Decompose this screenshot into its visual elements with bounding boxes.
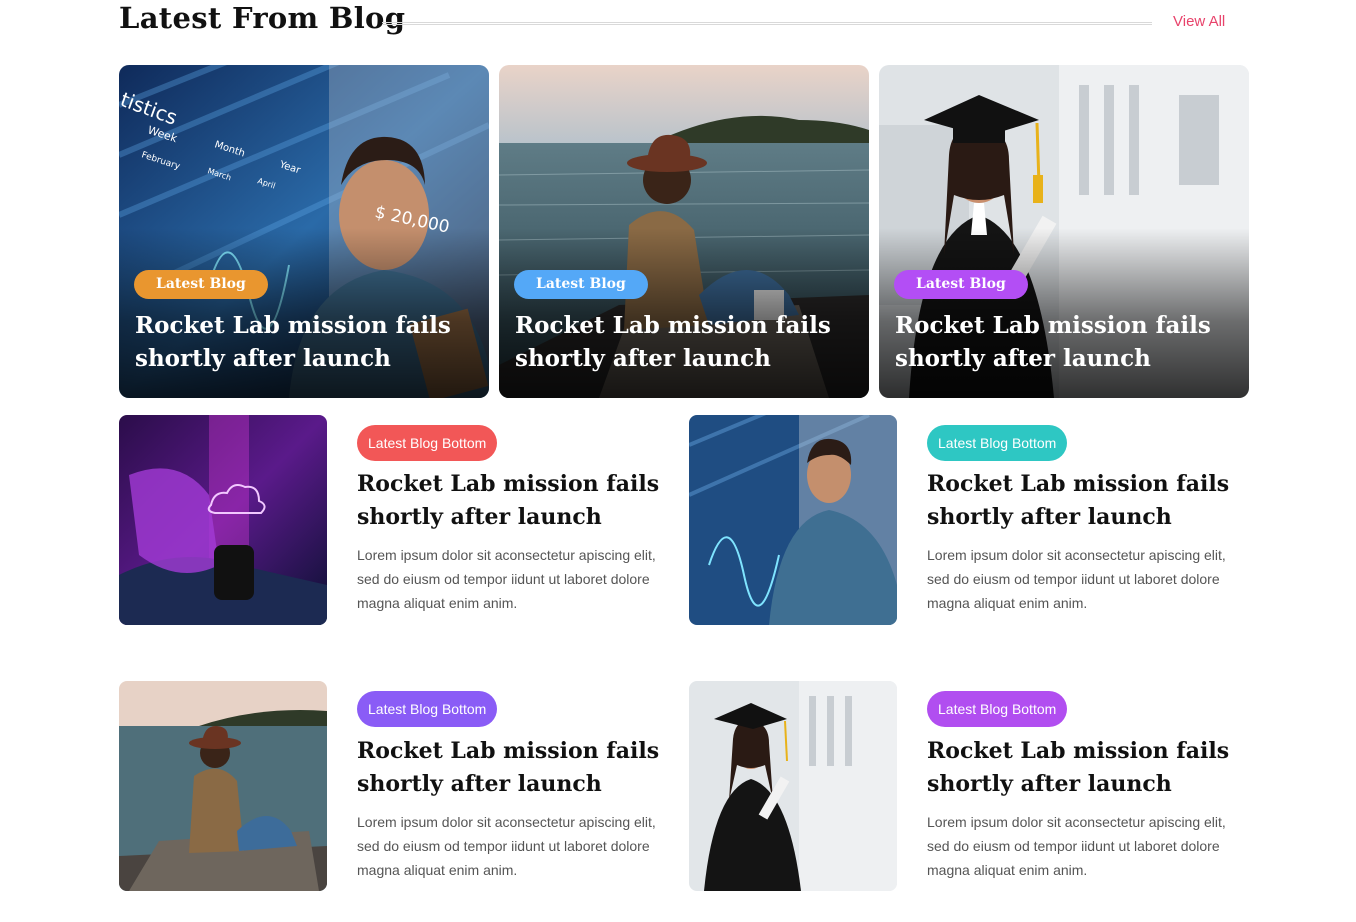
post-title[interactable]: Rocket Lab mission fails shortly after l… — [135, 309, 475, 375]
post-badge[interactable]: Latest Blog Bottom — [357, 425, 498, 461]
post-badge[interactable]: Latest Blog Bottom — [927, 691, 1068, 727]
post-badge[interactable]: Latest Blog — [134, 270, 268, 299]
post-title[interactable]: Rocket Lab mission fails shortly after l… — [357, 735, 687, 801]
man-with-statistics-image — [689, 415, 897, 625]
post-excerpt: Lorem ipsum dolor sit aconsectetur apisc… — [357, 814, 656, 878]
post-title[interactable]: Rocket Lab mission fails shortly after l… — [927, 735, 1257, 801]
post-excerpt: Lorem ipsum dolor sit aconsectetur apisc… — [927, 547, 1226, 611]
post-title[interactable]: Rocket Lab mission fails shortly after l… — [357, 468, 687, 534]
title-divider — [382, 22, 1152, 25]
top-post-card-1[interactable]: tistics Week Month Year February March A… — [119, 65, 489, 398]
top-post-card-3[interactable]: Latest Blog Rocket Lab mission fails sho… — [879, 65, 1249, 398]
post-excerpt: Lorem ipsum dolor sit aconsectetur apisc… — [357, 547, 656, 611]
woman-by-sea-image — [119, 681, 327, 891]
post-title[interactable]: Rocket Lab mission fails shortly after l… — [927, 468, 1257, 534]
top-post-card-2[interactable]: Latest Blog Rocket Lab mission fails sho… — [499, 65, 869, 398]
post-thumbnail[interactable] — [119, 415, 327, 625]
post-badge[interactable]: Latest Blog Bottom — [357, 691, 498, 727]
post-excerpt: Lorem ipsum dolor sit aconsectetur apisc… — [927, 814, 1226, 878]
post-badge[interactable]: Latest Blog — [894, 270, 1028, 299]
post-badge[interactable]: Latest Blog Bottom — [927, 425, 1068, 461]
post-thumbnail[interactable] — [119, 681, 327, 891]
post-title[interactable]: Rocket Lab mission fails shortly after l… — [515, 309, 855, 375]
section-title: Latest From Blog — [119, 1, 406, 35]
post-thumbnail[interactable] — [689, 681, 897, 891]
graduate-image — [689, 681, 897, 891]
smartwatch-cloud-image — [119, 415, 327, 625]
post-badge[interactable]: Latest Blog — [514, 270, 648, 299]
view-all-link[interactable]: View All — [1173, 13, 1225, 30]
post-thumbnail[interactable] — [689, 415, 897, 625]
post-title[interactable]: Rocket Lab mission fails shortly after l… — [895, 309, 1235, 375]
